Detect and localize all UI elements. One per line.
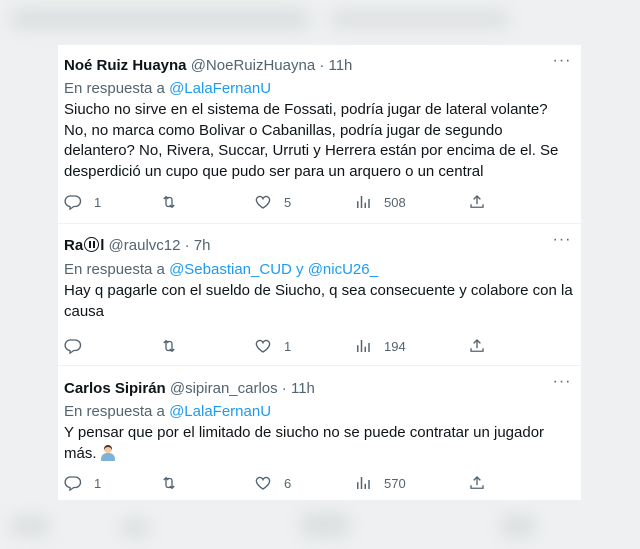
like-count: 1 xyxy=(284,338,292,354)
reply-count: 1 xyxy=(94,475,102,491)
retweet-icon xyxy=(163,476,175,490)
tweet[interactable]: Carlos Sipirán @sipiran_carlos · 11h ···… xyxy=(58,365,581,500)
tweet[interactable]: Noé Ruiz Huayna @NoeRuizHuayna · 11h ···… xyxy=(58,45,581,223)
like-count: 5 xyxy=(284,194,292,210)
reply-prefix: En respuesta a xyxy=(64,80,170,97)
like-button[interactable]: 1 xyxy=(254,336,291,356)
tweet-text-line: Y pensar que por el limitado de siucho n… xyxy=(64,424,545,441)
reply-prefix: En respuesta a xyxy=(64,403,170,420)
author-name-part: l xyxy=(100,237,105,254)
author-handle[interactable]: @raulvc12 · 7h xyxy=(109,237,211,254)
views-count: 508 xyxy=(384,194,406,210)
heart-icon xyxy=(255,195,271,209)
views-icon xyxy=(357,477,370,489)
reply-button[interactable]: 1 xyxy=(64,192,101,212)
views-count: 194 xyxy=(384,338,406,354)
retweet-icon xyxy=(163,339,175,353)
views-button[interactable]: 194 xyxy=(354,336,406,356)
retweet-button[interactable] xyxy=(160,473,190,493)
author-name-part: Ra xyxy=(64,237,84,254)
tweet-actions: 1 6 570 xyxy=(64,473,504,493)
reply-icon xyxy=(64,339,82,355)
reply-context: En respuesta a @LalaFernanU xyxy=(64,402,271,421)
more-options-icon[interactable]: ··· xyxy=(551,232,573,252)
views-button[interactable]: 570 xyxy=(354,473,406,493)
share-icon xyxy=(470,195,484,208)
reply-context: En respuesta a @LalaFernanU xyxy=(64,79,271,98)
tweet-header: Noé Ruiz Huayna @NoeRuizHuayna · 11h xyxy=(64,57,564,75)
more-options-icon[interactable]: ··· xyxy=(551,374,573,394)
tweet-thread-card: Noé Ruiz Huayna @NoeRuizHuayna · 11h ···… xyxy=(58,45,581,500)
heart-icon xyxy=(255,476,271,490)
views-count: 570 xyxy=(384,475,406,491)
reply-prefix: En respuesta a xyxy=(64,261,170,278)
reply-mention-link[interactable]: @LalaFernanU xyxy=(169,80,271,97)
reply-mention-link[interactable]: @LalaFernanU xyxy=(169,403,271,420)
reply-count: 1 xyxy=(94,194,102,210)
like-count: 6 xyxy=(284,475,292,491)
reply-button[interactable]: 1 xyxy=(64,473,101,493)
reply-icon xyxy=(64,476,82,492)
reply-icon xyxy=(64,195,82,211)
share-icon xyxy=(470,339,484,352)
share-button[interactable] xyxy=(468,336,486,356)
author-handle[interactable]: @sipiran_carlos · 11h xyxy=(170,380,315,397)
tweet[interactable]: Ra l @raulvc12 · 7h ··· En respuesta a @S… xyxy=(58,223,581,365)
views-icon xyxy=(357,340,370,352)
retweet-button[interactable] xyxy=(160,192,190,212)
views-icon xyxy=(357,196,370,208)
share-icon xyxy=(470,476,484,489)
tweet-text: Y pensar que por el limitado de siucho n… xyxy=(64,423,574,464)
tweet-header: Carlos Sipirán @sipiran_carlos · 11h xyxy=(64,380,564,398)
retweet-icon xyxy=(163,195,175,209)
author-name[interactable]: Carlos Sipirán xyxy=(64,380,166,397)
emoji-badge-icon xyxy=(84,237,100,252)
reply-mention-link[interactable]: @Sebastian_CUD y @nicU26_ xyxy=(169,261,378,278)
like-button[interactable]: 6 xyxy=(254,473,291,493)
views-button[interactable]: 508 xyxy=(354,192,406,212)
share-button[interactable] xyxy=(468,473,486,493)
more-options-icon[interactable]: ··· xyxy=(551,53,573,73)
tweet-text-line: más. xyxy=(64,444,97,462)
tweet-header: Ra l @raulvc12 · 7h xyxy=(64,237,564,255)
like-button[interactable]: 5 xyxy=(254,192,291,212)
author-handle[interactable]: @NoeRuizHuayna · 11h xyxy=(191,57,353,74)
share-button[interactable] xyxy=(468,192,486,212)
person-emoji-icon xyxy=(100,444,115,461)
author-name[interactable]: Ra l xyxy=(64,237,104,254)
tweet-actions: 1 5 508 xyxy=(64,192,504,212)
heart-icon xyxy=(255,339,271,353)
author-name[interactable]: Noé Ruiz Huayna xyxy=(64,57,187,74)
tweet-actions: 1 194 xyxy=(64,336,504,356)
reply-context: En respuesta a @Sebastian_CUD y @nicU26_ xyxy=(64,260,378,279)
reply-button[interactable] xyxy=(64,336,94,356)
tweet-text: Siucho no sirve en el sistema de Fossati… xyxy=(64,101,559,180)
retweet-button[interactable] xyxy=(160,336,190,356)
tweet-text: Hay q pagarle con el sueldo de Siucho, q… xyxy=(64,282,573,320)
